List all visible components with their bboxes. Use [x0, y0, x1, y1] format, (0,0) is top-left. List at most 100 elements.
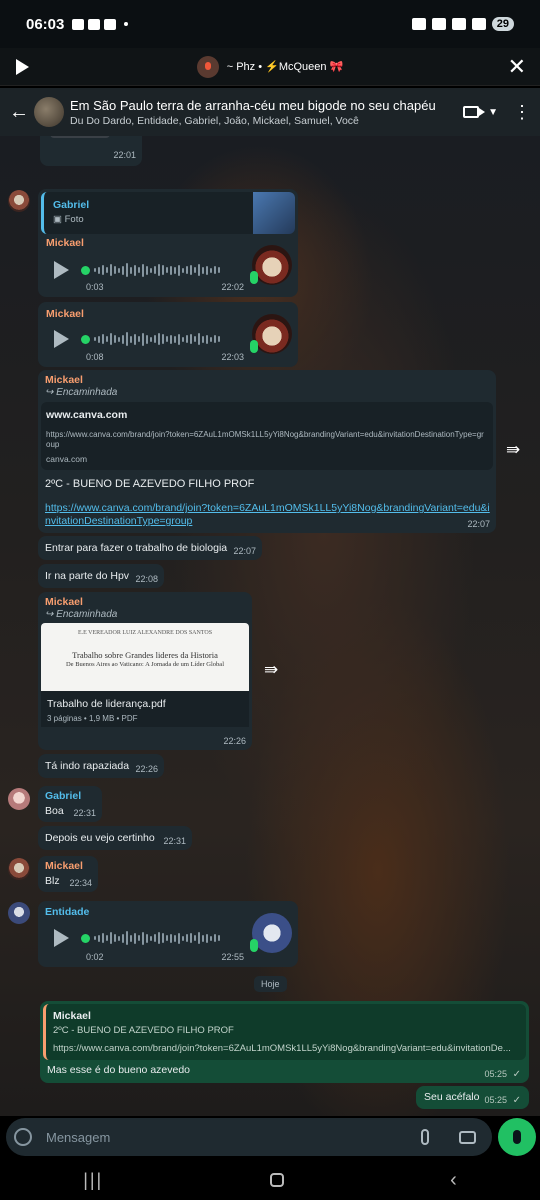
forward-icon[interactable]: ⇛ — [264, 660, 278, 680]
message-input-container[interactable]: Mensagem — [6, 1118, 492, 1156]
message-input[interactable]: Mensagem — [46, 1130, 421, 1145]
read-check-icon: ✓ — [512, 1069, 521, 1080]
system-nav-bar: ||| ‹ — [0, 1160, 540, 1200]
group-avatar[interactable] — [34, 97, 64, 127]
quoted-message[interactable]: Mickael 2ºC - BUENO DE AZEVEDO FILHO PRO… — [43, 1004, 526, 1060]
message-time: 22:02 — [221, 282, 244, 292]
file-meta: 3 páginas • 1,9 MB • PDF — [47, 714, 138, 723]
home-icon[interactable] — [269, 1173, 284, 1187]
voice-message[interactable]: Mickael 0:08 22:03 — [38, 302, 298, 367]
quote-text: 2ºC - BUENO DE AZEVEDO FILHO PROF — [53, 1025, 234, 1036]
message-bubble[interactable]: Tá indo rapaziada 22:26 — [38, 754, 164, 778]
seek-handle[interactable] — [81, 265, 90, 275]
message-text: 2ºC - BUENO DE AZEVEDO FILHO PROF — [45, 478, 255, 490]
voice-player[interactable] — [54, 929, 220, 947]
sticker-icon[interactable] — [14, 1128, 32, 1146]
link-message[interactable]: Mickael ↪ Encaminhada www.canva.com http… — [38, 370, 496, 533]
chat-header: ← Em São Paulo terra de arranha-céu meu … — [0, 88, 540, 136]
signal-icon — [471, 18, 486, 30]
link-preview-title: www.canva.com — [46, 409, 128, 421]
group-title: Em São Paulo terra de arranha-céu meu bi… — [70, 97, 436, 113]
forwarded-label: Encaminhada — [56, 387, 118, 398]
chat-area[interactable]: 22:01 Gabriel ▣ Foto Mickael 0:03 22:02 … — [0, 136, 540, 1116]
message-bubble[interactable]: Gabriel Boa 22:31 — [38, 786, 102, 822]
voice-message[interactable]: Entidade 0:02 22:55 — [38, 901, 298, 967]
sender-name: Mickael — [45, 860, 83, 872]
play-icon[interactable] — [54, 929, 69, 947]
outgoing-message[interactable]: Seu acéfalo 05:25 ✓ — [416, 1086, 529, 1109]
message-time: 05:25 — [484, 1069, 507, 1079]
camera-icon[interactable] — [459, 1130, 476, 1144]
back-icon[interactable]: ‹ — [450, 1169, 457, 1192]
wifi-icon — [431, 18, 446, 30]
voice-message[interactable]: Gabriel ▣ Foto Mickael 0:03 22:02 — [38, 189, 298, 297]
composer: Mensagem — [0, 1116, 540, 1160]
message-time: 05:25 — [484, 1095, 507, 1105]
signal-icon — [451, 18, 466, 30]
voice-player[interactable] — [54, 330, 220, 348]
video-call-icon[interactable] — [454, 106, 488, 118]
avatar[interactable] — [8, 902, 30, 924]
avatar[interactable] — [8, 190, 30, 212]
whatsapp-icon — [72, 18, 85, 30]
waveform[interactable] — [94, 263, 220, 277]
play-icon[interactable] — [54, 330, 69, 348]
message-text: Blz — [45, 875, 60, 887]
message-time: 22:26 — [223, 736, 246, 746]
document-subtitle: De Buenos Aires ao Vaticano: A Jornada d… — [65, 661, 224, 668]
message-time: 22:34 — [69, 878, 92, 888]
quoted-message[interactable]: Gabriel ▣ Foto — [41, 192, 295, 234]
message-bubble[interactable]: Depois eu vejo certinho 22:31 — [38, 826, 192, 850]
document-preview[interactable]: E.E VEREADOR LUIZ ALEXANDRE DOS SANTOS T… — [41, 623, 249, 691]
youtube-icon — [104, 18, 117, 30]
play-icon[interactable] — [54, 261, 69, 279]
message-text: Ir na parte do Hpv — [45, 570, 130, 582]
ongoing-call-bar[interactable]: ~ Phz • ⚡McQueen 🎀 ✕ — [0, 48, 540, 86]
voice-player[interactable] — [54, 261, 220, 279]
message-bubble[interactable]: 22:01 — [40, 136, 142, 166]
link-preview-domain: canva.com — [46, 454, 88, 464]
avatar[interactable] — [8, 858, 30, 880]
play-icon[interactable] — [16, 59, 29, 75]
quote-type: Foto — [64, 214, 84, 225]
close-icon[interactable]: ✕ — [508, 54, 526, 80]
chevron-down-icon[interactable]: ▼ — [488, 107, 498, 118]
message-time: 22:31 — [163, 836, 186, 846]
seek-handle[interactable] — [81, 334, 90, 344]
notification-icons — [72, 18, 129, 30]
document-info[interactable]: Trabalho de liderança.pdf 3 páginas • 1,… — [41, 691, 249, 727]
message-link[interactable]: https://www.canva.com/brand/join?token=6… — [45, 502, 493, 528]
waveform[interactable] — [94, 931, 220, 945]
message-bubble[interactable]: Ir na parte do Hpv 22:08 — [38, 564, 164, 588]
avatar[interactable] — [8, 788, 30, 810]
link-preview[interactable]: www.canva.com https://www.canva.com/bran… — [41, 402, 493, 470]
seek-handle[interactable] — [81, 933, 90, 943]
message-bubble[interactable]: Mickael Blz 22:34 — [38, 856, 98, 892]
quote-sender: Gabriel — [53, 199, 90, 211]
group-info[interactable]: Em São Paulo terra de arranha-céu meu bi… — [70, 98, 454, 127]
document-message[interactable]: Mickael ↪ Encaminhada E.E VEREADOR LUIZ … — [38, 592, 252, 750]
outgoing-message[interactable]: Mickael 2ºC - BUENO DE AZEVEDO FILHO PRO… — [40, 1001, 529, 1083]
back-arrow-icon[interactable]: ← — [4, 101, 34, 124]
message-time: 22:01 — [113, 150, 136, 160]
waveform[interactable] — [94, 332, 220, 346]
sender-profile-photo — [252, 245, 292, 285]
message-text: Entrar para fazer o trabalho de biologia — [45, 542, 228, 554]
document-title: Trabalho sobre Grandes lideres da Histor… — [72, 650, 218, 660]
more-options-icon[interactable]: ⋮ — [512, 103, 532, 121]
message-text: Depois eu vejo certinho — [45, 832, 155, 844]
camera-icon: ▣ — [53, 214, 65, 225]
sender-name: Entidade — [45, 906, 90, 918]
attach-icon[interactable] — [421, 1129, 429, 1145]
sender-profile-photo — [252, 913, 292, 953]
microphone-icon — [513, 1130, 521, 1144]
youtube-icon — [88, 18, 101, 30]
quote-url: https://www.canva.com/brand/join?token=6… — [53, 1043, 511, 1054]
recent-apps-icon[interactable]: ||| — [83, 1170, 103, 1191]
message-bubble[interactable]: Entrar para fazer o trabalho de biologia… — [38, 536, 262, 560]
message-time: 22:07 — [233, 546, 256, 556]
sender-name: Mickael — [45, 596, 83, 608]
voice-record-button[interactable] — [498, 1118, 536, 1156]
message-text: Seu acéfalo — [424, 1091, 480, 1103]
forward-icon[interactable]: ⇛ — [506, 440, 520, 460]
